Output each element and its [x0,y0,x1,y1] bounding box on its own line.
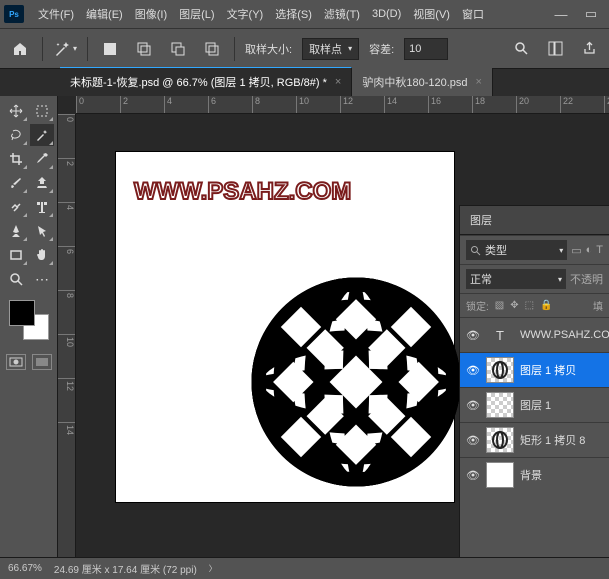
layer-thumbnail [486,357,514,383]
zoom-tool[interactable] [4,268,28,290]
lock-label: 锁定: [466,298,489,313]
menubar: Ps 文件(F) 编辑(E) 图像(I) 图层(L) 文字(Y) 选择(S) 滤… [0,0,609,28]
share-icon[interactable] [577,37,601,61]
visibility-toggle[interactable]: 👁 [466,364,480,377]
brush-tool[interactable] [4,172,28,194]
app-logo: Ps [4,5,24,23]
layer-filter-dropdown[interactable]: 类型 ▾ [466,240,567,260]
blend-mode-dropdown[interactable]: 正常 ▾ [466,269,566,289]
menu-file[interactable]: 文件(F) [32,2,80,26]
layer-row-selected[interactable]: 👁 图层 1 拷贝 [460,352,609,387]
edit-toolbar[interactable]: ⋯ [30,268,54,290]
visibility-toggle[interactable]: 👁 [466,399,480,412]
marquee-tool[interactable] [30,100,54,122]
tolerance-label: 容差: [369,41,394,57]
visibility-toggle[interactable]: 👁 [466,434,480,447]
layer-thumbnail [486,462,514,488]
quick-mask-icon[interactable] [32,354,52,370]
layer-name[interactable]: 图层 1 [520,397,551,413]
menu-view[interactable]: 视图(V) [407,2,456,26]
menu-image[interactable]: 图像(I) [129,2,173,26]
sample-size-dropdown[interactable]: 取样点▾ [302,38,359,60]
lock-icon[interactable]: 🔒 [540,300,552,311]
hand-tool[interactable] [30,244,54,266]
menu-select[interactable]: 选择(S) [269,2,318,26]
layers-tab[interactable]: 图层 [460,206,609,235]
crop-tool[interactable] [4,148,28,170]
watermark-text: WWW.PSAHZ.COM [134,178,351,206]
document-dimensions: 24.69 厘米 x 17.64 厘米 (72 ppi) [54,561,197,576]
move-tool[interactable] [4,100,28,122]
magic-wand-icon[interactable]: ▾ [53,37,77,61]
ruler-vertical[interactable]: 02468101214 [58,114,76,557]
pen-tool[interactable] [4,220,28,242]
lock-position-icon[interactable]: ✥ [510,300,518,311]
path-selection-tool[interactable] [30,220,54,242]
menu-3d[interactable]: 3D(D) [366,4,407,24]
close-icon[interactable]: × [335,76,341,88]
lock-pixels-icon[interactable]: ⬚ [525,300,534,311]
intersect-selection-icon[interactable] [200,37,224,61]
visibility-toggle[interactable]: 👁 [466,329,480,342]
type-layer-icon: T [486,322,514,348]
menu-type[interactable]: 文字(Y) [221,2,270,26]
layer-row[interactable]: 👁 图层 1 [460,387,609,422]
workspace-icon[interactable] [543,37,567,61]
layers-panel: 图层 类型 ▾ ▭ ◐ T 正常 ▾ 不透明 锁定: ▧ [459,205,609,557]
clone-stamp-tool[interactable] [30,172,54,194]
zoom-level[interactable]: 66.67% [8,563,42,574]
options-bar: ▾ 取样大小: 取样点▾ 容差: [0,28,609,68]
type-tool[interactable] [30,196,54,218]
toolbox: ⋯ [0,96,58,557]
status-chevron-icon[interactable]: 〉 [209,563,217,574]
window-maximize[interactable]: ▭ [577,4,605,24]
filter-image-icon[interactable]: ▭ [571,244,581,257]
subtract-selection-icon[interactable] [166,37,190,61]
filter-type-icon[interactable]: T [596,244,603,256]
home-icon[interactable] [8,37,32,61]
layer-name[interactable]: 矩形 1 拷贝 8 [520,432,585,448]
ruler-horizontal[interactable]: 024681012141618202224 [76,96,609,114]
fill-label: 填 [593,298,603,313]
layer-name[interactable]: WWW.PSAHZ.CO [520,329,609,341]
window-minimize[interactable]: — [547,4,575,24]
tolerance-input[interactable] [404,38,448,60]
sample-size-label: 取样大小: [245,41,292,57]
document-canvas[interactable]: WWW.PSAHZ.COM [116,152,454,502]
lock-all-icon[interactable]: ▧ [495,300,504,311]
menu-layer[interactable]: 图层(L) [173,2,220,26]
lasso-tool[interactable] [4,124,28,146]
layer-row-text[interactable]: 👁 T WWW.PSAHZ.CO [460,317,609,352]
layer-row[interactable]: 👁 矩形 1 拷贝 8 [460,422,609,457]
layer-row-background[interactable]: 👁 背景 [460,457,609,492]
eyedropper-tool[interactable] [30,148,54,170]
color-swatches[interactable] [9,300,49,340]
menu-edit[interactable]: 编辑(E) [80,2,129,26]
visibility-toggle[interactable]: 👁 [466,469,480,482]
lattice-sphere-graphic [246,272,466,492]
new-selection-icon[interactable] [98,37,122,61]
layer-thumbnail [486,427,514,453]
foreground-color[interactable] [9,300,35,326]
healing-brush-tool[interactable] [4,196,28,218]
filter-adjust-icon[interactable]: ◐ [586,244,593,256]
close-icon[interactable]: × [476,76,482,88]
add-selection-icon[interactable] [132,37,156,61]
magic-wand-tool[interactable] [30,124,54,146]
layer-thumbnail [486,392,514,418]
tab-inactive[interactable]: 驴肉中秋180-120.psd × [352,68,493,96]
document-tabs: 未标题-1-恢复.psd @ 66.7% (图层 1 拷贝, RGB/8#) *… [0,68,609,96]
rectangle-tool[interactable] [4,244,28,266]
search-icon[interactable] [509,37,533,61]
tab-active[interactable]: 未标题-1-恢复.psd @ 66.7% (图层 1 拷贝, RGB/8#) *… [60,67,352,96]
standard-mode-icon[interactable] [6,354,26,370]
layer-name[interactable]: 背景 [520,467,542,483]
menu-window[interactable]: 窗口 [456,2,490,26]
status-bar: 66.67% 24.69 厘米 x 17.64 厘米 (72 ppi) 〉 [0,557,609,579]
layer-name[interactable]: 图层 1 拷贝 [520,362,576,378]
canvas-area[interactable]: 024681012141618202224 02468101214 WWW.PS… [58,96,609,557]
menu-filter[interactable]: 滤镜(T) [318,2,366,26]
opacity-label: 不透明 [570,271,603,287]
